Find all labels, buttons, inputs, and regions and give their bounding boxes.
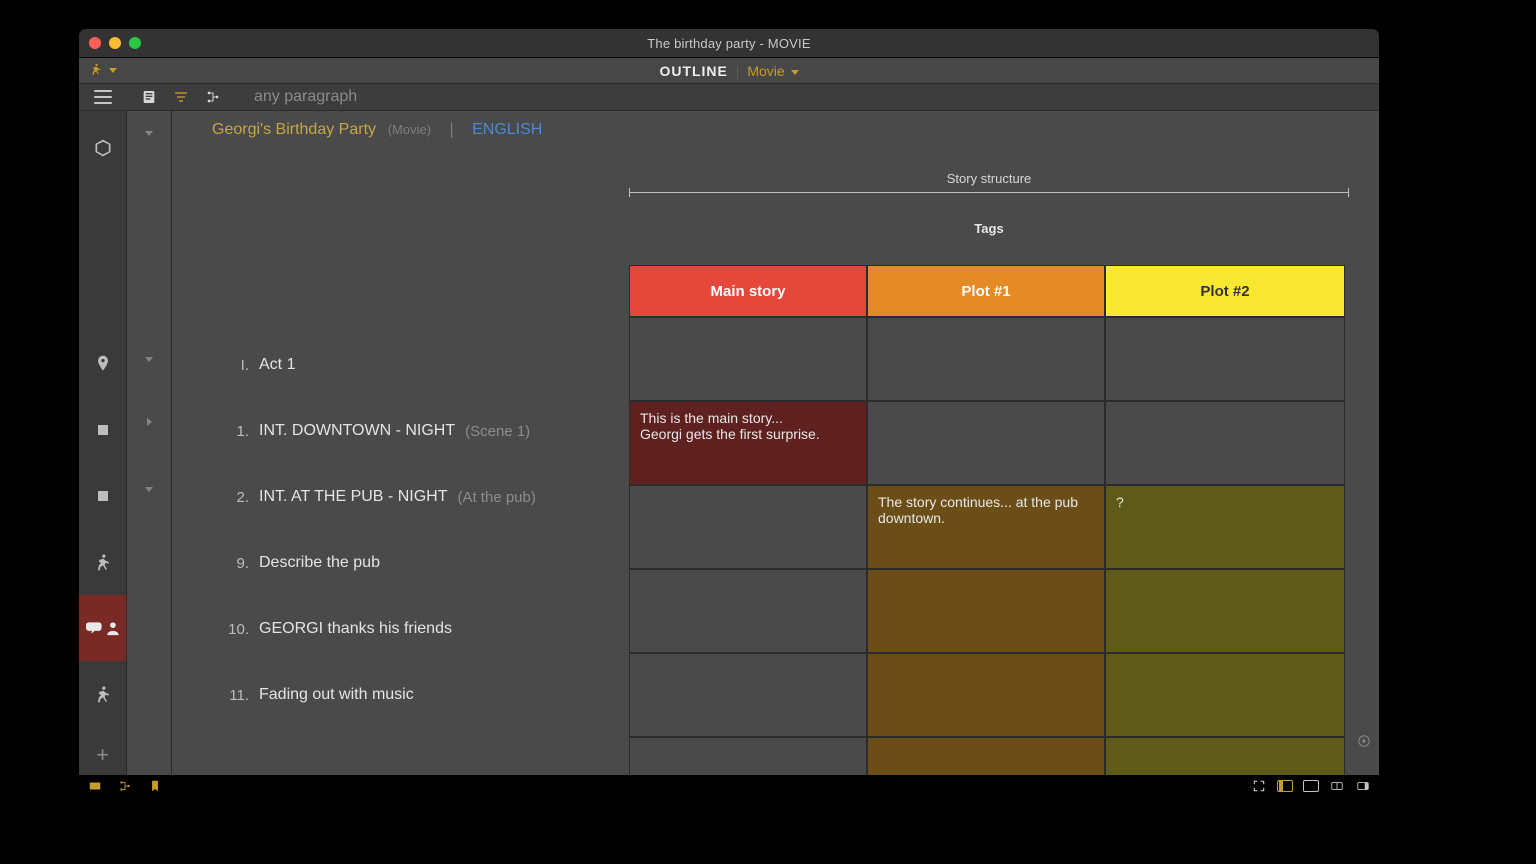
- column-header[interactable]: Plot #1: [867, 265, 1105, 317]
- layout-right-icon[interactable]: [1355, 778, 1371, 794]
- row-title: GEORGI thanks his friends: [259, 620, 452, 638]
- outline-row[interactable]: 11. Fading out with music: [215, 662, 625, 728]
- tags-grid: Main storyPlot #1Plot #2 This is the main…: [629, 265, 1345, 778]
- document-language[interactable]: ENGLISH: [472, 121, 542, 138]
- outline-row[interactable]: 2. INT. AT THE PUB - NIGHT (At the pub): [215, 464, 625, 530]
- sidebar-item-cube[interactable]: [79, 125, 126, 171]
- grid-cell[interactable]: [1105, 401, 1345, 485]
- more-icon[interactable]: [1355, 732, 1373, 750]
- layout-left-icon[interactable]: [1277, 778, 1293, 794]
- sidebar-item-pin[interactable]: [79, 331, 126, 397]
- outline-gutter: [127, 111, 172, 778]
- film-icon: [93, 420, 113, 440]
- row-number: 11.: [215, 687, 249, 704]
- sidebar-add-button[interactable]: +: [79, 732, 126, 778]
- grid-cell[interactable]: [867, 653, 1105, 737]
- sidebar-item-dialogue[interactable]: [79, 595, 126, 661]
- column-header[interactable]: Main story: [629, 265, 867, 317]
- layout-single-icon[interactable]: [1303, 778, 1319, 794]
- grid-cell[interactable]: [1105, 317, 1345, 401]
- window-title: The birthday party - MOVIE: [79, 36, 1379, 51]
- menu-icon[interactable]: [94, 90, 112, 104]
- structure-icon[interactable]: [204, 88, 222, 106]
- document-header: Georgi's Birthday Party (Movie) | ENGLIS…: [212, 121, 542, 139]
- column-header[interactable]: Plot #2: [1105, 265, 1345, 317]
- grid-cell[interactable]: ?: [1105, 485, 1345, 569]
- row-title: Act 1: [259, 356, 295, 374]
- chat-user-icon: [86, 618, 120, 638]
- chevron-right-icon[interactable]: [141, 414, 157, 430]
- document-kind: (Movie): [380, 122, 431, 137]
- page-icon[interactable]: [140, 88, 158, 106]
- grid-cell[interactable]: [1105, 569, 1345, 653]
- tags-label: Tags: [629, 221, 1349, 236]
- app-window: The birthday party - MOVIE OUTLINE | Mov…: [78, 28, 1380, 798]
- row-number: 2.: [215, 489, 249, 506]
- sidebar-item-film-1[interactable]: [79, 397, 126, 463]
- outline-row[interactable]: 10. GEORGI thanks his friends: [215, 596, 625, 662]
- sidebar-item-runner-1[interactable]: [79, 529, 126, 595]
- grid-cell[interactable]: [629, 737, 867, 778]
- main-panel: Georgi's Birthday Party (Movie) | ENGLIS…: [172, 111, 1379, 778]
- row-number: 9.: [215, 555, 249, 572]
- chevron-down-icon[interactable]: [141, 125, 157, 141]
- grid-cell[interactable]: [629, 317, 867, 401]
- divider: |: [450, 121, 454, 138]
- runner-icon: [93, 684, 113, 704]
- outline-list: I. Act 1 1. INT. DOWNTOWN - NIGHT (Scene 1) 2…: [215, 332, 625, 728]
- outline-row[interactable]: 9. Describe the pub: [215, 530, 625, 596]
- row-subtitle: (At the pub): [457, 489, 535, 506]
- pin-icon: [93, 354, 113, 374]
- row-subtitle: (Scene 1): [465, 423, 530, 440]
- sidebar-item-runner-2[interactable]: [79, 661, 126, 727]
- topnav: OUTLINE | Movie: [79, 58, 1379, 84]
- list-filter-icon[interactable]: [172, 88, 190, 106]
- mode-kind-dropdown[interactable]: Movie: [747, 63, 798, 79]
- runner-icon: [93, 552, 113, 572]
- outline-row[interactable]: 1. INT. DOWNTOWN - NIGHT (Scene 1): [215, 398, 625, 464]
- grid-cell[interactable]: [629, 569, 867, 653]
- row-title: Describe the pub: [259, 554, 380, 572]
- range-line[interactable]: [629, 192, 1349, 193]
- fullscreen-icon[interactable]: [1251, 778, 1267, 794]
- chevron-down-icon[interactable]: [141, 481, 157, 497]
- grid-cell[interactable]: [629, 485, 867, 569]
- grid-cell[interactable]: This is the main story...Georgi gets the…: [629, 401, 867, 485]
- film-icon: [93, 486, 113, 506]
- row-number: 10.: [215, 621, 249, 638]
- layout-split-icon[interactable]: [1329, 778, 1345, 794]
- chevron-down-icon: [791, 70, 799, 75]
- outline-row[interactable]: I. Act 1: [215, 332, 625, 398]
- search-input[interactable]: any paragraph: [254, 88, 357, 106]
- toolbar: any paragraph: [79, 84, 1379, 111]
- grid-cell[interactable]: [867, 569, 1105, 653]
- row-title: Fading out with music: [259, 686, 414, 704]
- row-number: I.: [215, 357, 249, 374]
- chevron-down-icon[interactable]: [141, 351, 157, 367]
- grid-cell[interactable]: The story continues... at the pub downto…: [867, 485, 1105, 569]
- row-title: INT. DOWNTOWN - NIGHT: [259, 422, 455, 440]
- sidebar: +: [79, 111, 127, 778]
- status-bookmark-icon[interactable]: [147, 778, 163, 794]
- titlebar: The birthday party - MOVIE: [79, 29, 1379, 58]
- divider: |: [736, 63, 740, 79]
- plus-icon: +: [96, 744, 109, 766]
- row-title: INT. AT THE PUB - NIGHT: [259, 488, 447, 506]
- grid-cell[interactable]: [867, 737, 1105, 778]
- grid-cell[interactable]: [867, 317, 1105, 401]
- status-film-icon[interactable]: [87, 778, 103, 794]
- document-title[interactable]: Georgi's Birthday Party: [212, 121, 376, 138]
- grid-cell[interactable]: [1105, 737, 1345, 778]
- cube-icon: [93, 138, 113, 158]
- mode-outline[interactable]: OUTLINE: [659, 63, 727, 79]
- statusbar: [79, 775, 1379, 797]
- grid-cell[interactable]: [629, 653, 867, 737]
- status-tree-icon[interactable]: [117, 778, 133, 794]
- grid-cell[interactable]: [1105, 653, 1345, 737]
- grid-cell[interactable]: [867, 401, 1105, 485]
- story-structure-label: Story structure: [629, 171, 1349, 186]
- sidebar-item-film-2[interactable]: [79, 463, 126, 529]
- row-number: 1.: [215, 423, 249, 440]
